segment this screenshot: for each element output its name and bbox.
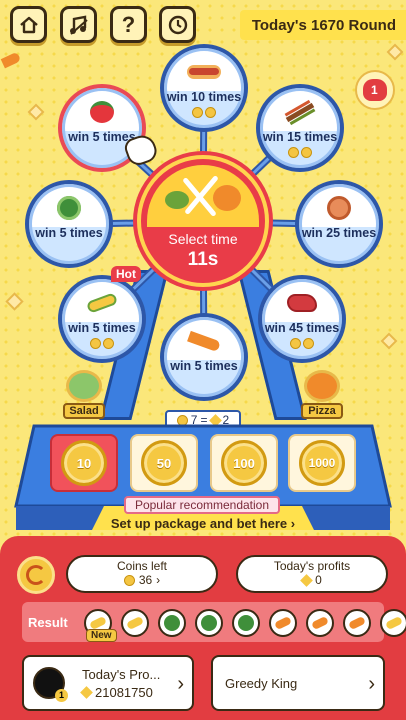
money-bag-icon: 1 — [363, 79, 387, 101]
diamond-icon — [300, 573, 314, 587]
wheel-pod-hotdog[interactable]: win 10 times — [160, 44, 248, 132]
carrot-icon — [187, 327, 221, 355]
bet-50-button[interactable]: 50 — [130, 434, 198, 492]
corn-result-icon — [121, 609, 149, 637]
coin-icon — [123, 574, 135, 586]
cabbage-result-icon — [158, 609, 186, 637]
pod-label: win 10 times — [166, 90, 242, 104]
greedy-king-card[interactable]: Greedy King › — [211, 655, 385, 711]
chevron-right-icon: › — [156, 573, 161, 587]
carrot-result-icon — [269, 609, 297, 637]
todays-pro-name: Today's Pro... — [82, 667, 161, 682]
cabbage-result-icon — [195, 609, 223, 637]
diamond-decoration-icon — [386, 43, 404, 61]
refresh-coin-icon — [26, 565, 46, 585]
home-button[interactable] — [10, 6, 47, 43]
carrot-decoration-icon — [0, 51, 22, 69]
pod-label: win 5 times — [35, 226, 103, 240]
profits-label: Today's profits — [273, 559, 351, 573]
corn-result-icon — [380, 609, 406, 637]
carrot-result-icon — [343, 609, 371, 637]
coins-left-label: Coins left — [116, 559, 168, 573]
coins-left-panel[interactable]: Coins left 36 › — [66, 555, 218, 593]
music-button[interactable] — [60, 6, 97, 43]
pod-label: win 5 times — [170, 359, 238, 373]
hub-title: Select time — [168, 231, 238, 247]
chevron-right-icon: › — [290, 516, 296, 531]
wheel-pod-cabbage[interactable]: win 5 times — [25, 180, 113, 268]
coins-left-value: 36 — [138, 573, 153, 587]
diamond-icon — [80, 686, 93, 699]
new-badge: New — [86, 629, 117, 642]
hotdog-icon — [187, 58, 221, 86]
pod-coins — [290, 338, 314, 349]
pod-coins — [90, 338, 114, 349]
package-bet-link[interactable]: Set up package and bet here › — [103, 516, 303, 536]
diamond-decoration-icon — [380, 332, 398, 350]
popular-recommendation-badge: Popular recommendation — [124, 496, 280, 514]
wheel-pod-kebab[interactable]: win 15 times — [256, 84, 344, 172]
cabbage-result-icon — [232, 609, 260, 637]
pod-label: win 15 times — [262, 130, 338, 144]
hot-badge: Hot — [111, 266, 141, 282]
bet-10-coin: 10 — [61, 440, 107, 486]
pod-label: win 25 times — [301, 226, 377, 240]
avatar-rank-badge: 1 — [55, 689, 68, 702]
money-bag-button[interactable]: 1 — [355, 70, 395, 110]
chevron-right-icon: › — [177, 673, 184, 695]
food-platter-icon — [147, 165, 259, 227]
history-icon — [168, 15, 187, 34]
pod-label: win 45 times — [264, 321, 340, 335]
greedy-king-label: Greedy King — [225, 676, 298, 691]
diamond-decoration-icon — [5, 292, 24, 311]
package-bet-label: Set up package and bet here — [110, 516, 288, 531]
wheel-pod-corn[interactable]: win 5 times — [58, 275, 146, 363]
wheel-hub: Select time 11s — [137, 155, 269, 287]
salad-icon — [66, 370, 102, 402]
hub-timer: 11s — [187, 249, 219, 270]
todays-profits-panel: Today's profits 0 — [236, 555, 388, 593]
todays-pro-card[interactable]: 1 Today's Pro... 21081750 › — [22, 655, 194, 711]
wheel-pod-ham[interactable]: win 25 times — [295, 180, 383, 268]
bet-1000-coin: 1000 — [299, 440, 345, 486]
ham-icon — [322, 194, 356, 222]
chevron-right-icon: › — [368, 673, 375, 695]
corn-icon — [85, 289, 119, 317]
tomato-icon — [85, 98, 119, 126]
carrot-result-icon — [306, 609, 334, 637]
help-icon: ? — [121, 11, 136, 37]
pod-label: win 5 times — [68, 321, 136, 335]
steak-icon — [285, 289, 319, 317]
refresh-button[interactable] — [17, 556, 55, 594]
todays-pro-value: 21081750 — [95, 685, 153, 700]
bet-100-button[interactable]: 100 — [210, 434, 278, 492]
help-button[interactable]: ? — [110, 6, 147, 43]
profits-value: 0 — [315, 573, 322, 587]
diamond-decoration-icon — [27, 103, 45, 121]
pod-coins — [288, 147, 312, 158]
bet-1000-button[interactable]: 1000 — [288, 434, 356, 492]
cabbage-icon — [52, 194, 86, 222]
music-icon — [69, 15, 88, 35]
bet-50-coin: 50 — [141, 440, 187, 486]
kebab-icon — [283, 98, 317, 126]
bet-10-button[interactable]: 10 — [50, 434, 118, 492]
wheel-pod-carrot[interactable]: win 5 times — [160, 313, 248, 401]
home-icon — [19, 16, 38, 33]
history-button[interactable] — [159, 6, 196, 43]
bet-100-coin: 100 — [221, 440, 267, 486]
round-title: Today's 1670 Round — [239, 10, 406, 40]
result-label: Result — [28, 615, 68, 630]
wheel-pod-steak[interactable]: win 45 times — [258, 275, 346, 363]
pizza-icon — [304, 370, 340, 402]
pod-coins — [192, 107, 216, 118]
